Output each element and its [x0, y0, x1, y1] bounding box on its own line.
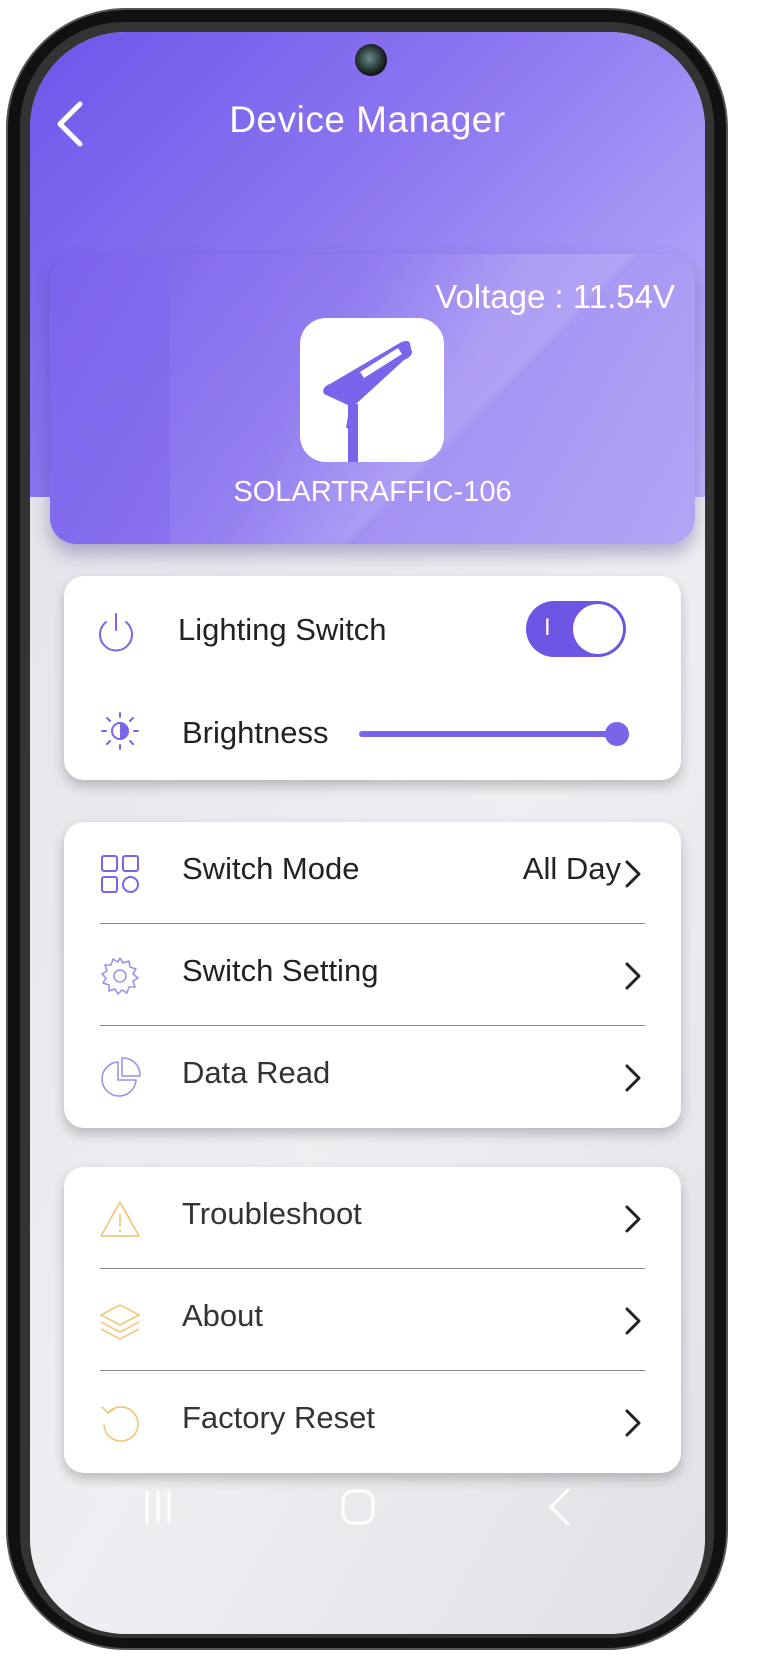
warning-icon	[100, 1201, 140, 1237]
menu-item-label: Factory Reset	[182, 1400, 375, 1435]
chevron-right-icon	[625, 1064, 641, 1092]
menu-item-label: About	[182, 1298, 264, 1333]
menu-item-label: Switch Mode	[182, 851, 360, 886]
menu-item-about[interactable]: About	[64, 1269, 681, 1371]
device-card: Voltage : 11.54V SOLARTRAFFIC-106	[50, 254, 695, 544]
menu-item-label: Switch Setting	[182, 953, 379, 988]
reset-icon	[101, 1406, 139, 1442]
voltage-readout: Voltage : 11.54V	[435, 278, 675, 315]
menu-item-factory-reset[interactable]: Factory Reset	[64, 1371, 681, 1473]
chevron-right-icon	[625, 962, 641, 990]
chevron-right-icon	[625, 860, 641, 888]
streetlight-icon	[300, 318, 444, 462]
menu-item-data-read[interactable]: Data Read	[64, 1026, 681, 1128]
screen: Device Manager Voltage : 11.54V SOLARTRA…	[30, 32, 705, 1634]
chevron-right-icon	[625, 1409, 641, 1437]
toggle-knob	[573, 604, 623, 654]
home-icon	[341, 1489, 375, 1525]
grid-icon	[101, 855, 139, 893]
recent-apps-icon	[145, 1490, 171, 1524]
chevron-right-icon	[625, 1205, 641, 1233]
page-title: Device Manager	[229, 99, 506, 140]
menu-item-label: Data Read	[182, 1055, 331, 1090]
front-camera	[355, 44, 387, 76]
home-button[interactable]	[333, 1482, 383, 1532]
brightness-label: Brightness	[182, 715, 329, 750]
secondary-menu-card: Troubleshoot About Factory Reset	[64, 1167, 681, 1473]
toggle-on-mark: I	[544, 614, 551, 641]
pie-chart-icon	[101, 1057, 141, 1097]
switch-mode-value: All Day	[522, 851, 621, 886]
lighting-toggle[interactable]: I	[526, 601, 626, 657]
system-navigation-bar	[30, 1472, 705, 1542]
power-icon	[99, 613, 133, 652]
back-arrow-icon	[549, 1488, 570, 1526]
brightness-row: Brightness	[64, 679, 681, 781]
chevron-right-icon	[625, 1307, 641, 1335]
recent-apps-button[interactable]	[133, 1482, 183, 1532]
layers-icon	[100, 1304, 140, 1340]
brightness-slider[interactable]	[359, 722, 629, 746]
menu-item-switch-mode[interactable]: Switch Mode All Day	[64, 822, 681, 924]
lighting-switch-row: Lighting Switch I	[64, 576, 681, 678]
device-name: SOLARTRAFFIC-106	[233, 476, 512, 508]
main-menu-card: Switch Mode All Day Switch Setting Data …	[64, 822, 681, 1128]
menu-item-switch-setting[interactable]: Switch Setting	[64, 924, 681, 1026]
gear-icon	[101, 957, 139, 995]
system-back-button[interactable]	[535, 1482, 585, 1532]
brightness-slider-fill	[359, 731, 617, 737]
controls-card: Lighting Switch I Brightness	[64, 576, 681, 780]
brightness-slider-knob[interactable]	[605, 722, 629, 746]
menu-item-label: Troubleshoot	[182, 1196, 362, 1231]
menu-item-troubleshoot[interactable]: Troubleshoot	[64, 1167, 681, 1269]
brightness-icon	[101, 712, 139, 750]
lighting-switch-label: Lighting Switch	[178, 612, 387, 647]
